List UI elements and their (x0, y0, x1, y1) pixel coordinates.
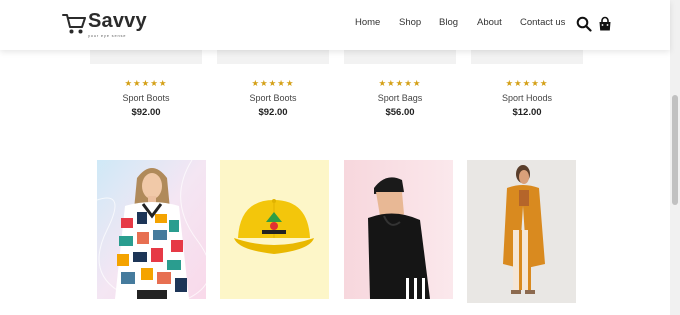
product-price: $92.00 (258, 107, 288, 118)
product-name[interactable]: Sport Boots (217, 93, 329, 103)
product-price: $12.00 (512, 107, 542, 118)
product-name[interactable]: Sport Hoods (471, 93, 583, 103)
rating-stars: ★★★★★ (378, 78, 422, 88)
product-price: $56.00 (385, 107, 415, 118)
brand-name: Savvy (88, 10, 147, 32)
search-icon[interactable] (576, 16, 592, 32)
product-image[interactable] (217, 50, 329, 64)
rating-stars: ★★★★★ (505, 78, 549, 88)
product-image[interactable] (344, 50, 456, 64)
product-card[interactable]: ★★★★★ Sport Boots $92.00 (217, 50, 329, 130)
product-image-orange-coat[interactable] (467, 160, 576, 303)
scrollbar-thumb[interactable] (672, 95, 678, 205)
product-image[interactable] (90, 50, 202, 64)
product-name[interactable]: Sport Bags (344, 93, 456, 103)
product-image-patterned-jacket[interactable] (97, 160, 206, 299)
brand-tagline: your eye sense (88, 33, 127, 38)
product-price: $92.00 (131, 107, 161, 118)
nav-about[interactable]: About (477, 17, 502, 28)
product-card[interactable]: ★★★★★ Sport Boots $92.00 (90, 50, 202, 130)
nav-home[interactable]: Home (355, 17, 380, 28)
shopping-cart-icon (62, 14, 86, 34)
product-name[interactable]: Sport Boots (90, 93, 202, 103)
nav-shop[interactable]: Shop (399, 17, 421, 28)
site-header: Savvy your eye sense Home Shop Blog Abou… (0, 0, 670, 50)
rating-stars: ★★★★★ (251, 78, 295, 88)
product-image-yellow-cap[interactable] (220, 160, 329, 299)
page-scrollbar[interactable] (670, 0, 680, 315)
nav-blog[interactable]: Blog (439, 17, 458, 28)
shopping-bag-icon[interactable] (597, 16, 613, 32)
product-card[interactable]: ★★★★★ Sport Bags $56.00 (344, 50, 456, 130)
rating-stars: ★★★★★ (124, 78, 168, 88)
product-image[interactable] (471, 50, 583, 64)
product-image-black-hoodie[interactable] (344, 160, 453, 299)
nav-contact[interactable]: Contact us (520, 17, 565, 28)
product-card[interactable]: ★★★★★ Sport Hoods $12.00 (471, 50, 583, 130)
